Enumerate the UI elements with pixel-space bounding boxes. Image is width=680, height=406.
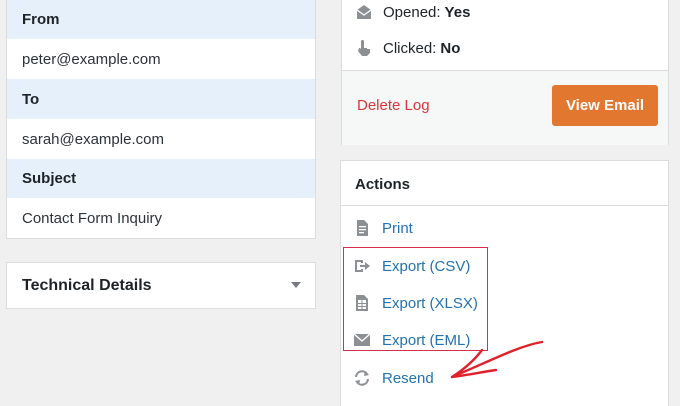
to-label: To xyxy=(22,90,40,108)
to-label-row: To xyxy=(7,79,315,119)
chevron-down-icon xyxy=(291,282,301,288)
status-panel: Opened: Yes Clicked: No Delete Log View … xyxy=(341,0,669,145)
resend-action[interactable]: Resend xyxy=(353,369,434,387)
subject-label: Subject xyxy=(22,170,77,187)
print-action[interactable]: Print xyxy=(353,219,413,237)
email-details-panel: From peter@example.com To sarah@example.… xyxy=(6,0,316,239)
opened-value: Yes xyxy=(444,3,471,21)
clicked-label: Clicked: xyxy=(383,39,437,57)
annotation-arrow xyxy=(450,340,544,379)
technical-details-toggle[interactable]: Technical Details xyxy=(6,262,316,309)
technical-details-title: Technical Details xyxy=(22,277,152,294)
clicked-status: Clicked: No xyxy=(355,39,460,57)
from-value: peter@example.com xyxy=(22,50,161,68)
envelope-open-icon xyxy=(356,5,372,19)
subject-value-row: Contact Form Inquiry xyxy=(7,198,315,238)
delete-log-link[interactable]: Delete Log xyxy=(357,97,430,114)
to-value-row: sarah@example.com xyxy=(7,119,315,159)
to-value: sarah@example.com xyxy=(22,130,164,148)
actions-title: Actions xyxy=(355,176,411,193)
clicked-value: No xyxy=(440,39,461,57)
from-label-row: From xyxy=(7,0,315,39)
opened-label: Opened: xyxy=(383,3,441,21)
opened-status: Opened: Yes xyxy=(355,3,470,21)
from-label: From xyxy=(22,10,60,28)
subject-label-row: Subject xyxy=(7,159,315,198)
print-label: Print xyxy=(382,219,413,237)
view-email-button[interactable]: View Email xyxy=(552,85,658,126)
subject-value: Contact Form Inquiry xyxy=(22,209,163,227)
document-icon xyxy=(357,220,368,236)
from-value-row: peter@example.com xyxy=(7,39,315,79)
resend-label: Resend xyxy=(382,369,434,387)
refresh-icon xyxy=(355,370,369,386)
pointer-hand-icon xyxy=(358,40,370,56)
